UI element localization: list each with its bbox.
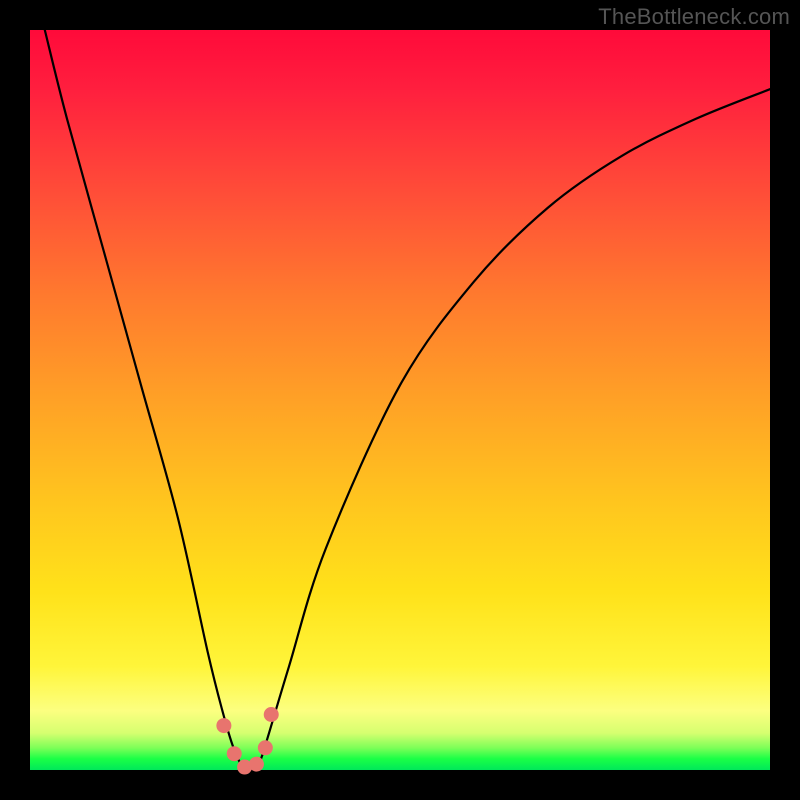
attribution-text: TheBottleneck.com [598,4,790,30]
plot-area [30,30,770,770]
curve-marker [227,746,242,761]
curve-marker [264,707,279,722]
curve-marker [216,718,231,733]
chart-frame: TheBottleneck.com [0,0,800,800]
bottleneck-curve [30,30,770,770]
curve-marker [258,740,273,755]
curve-marker [249,757,264,772]
